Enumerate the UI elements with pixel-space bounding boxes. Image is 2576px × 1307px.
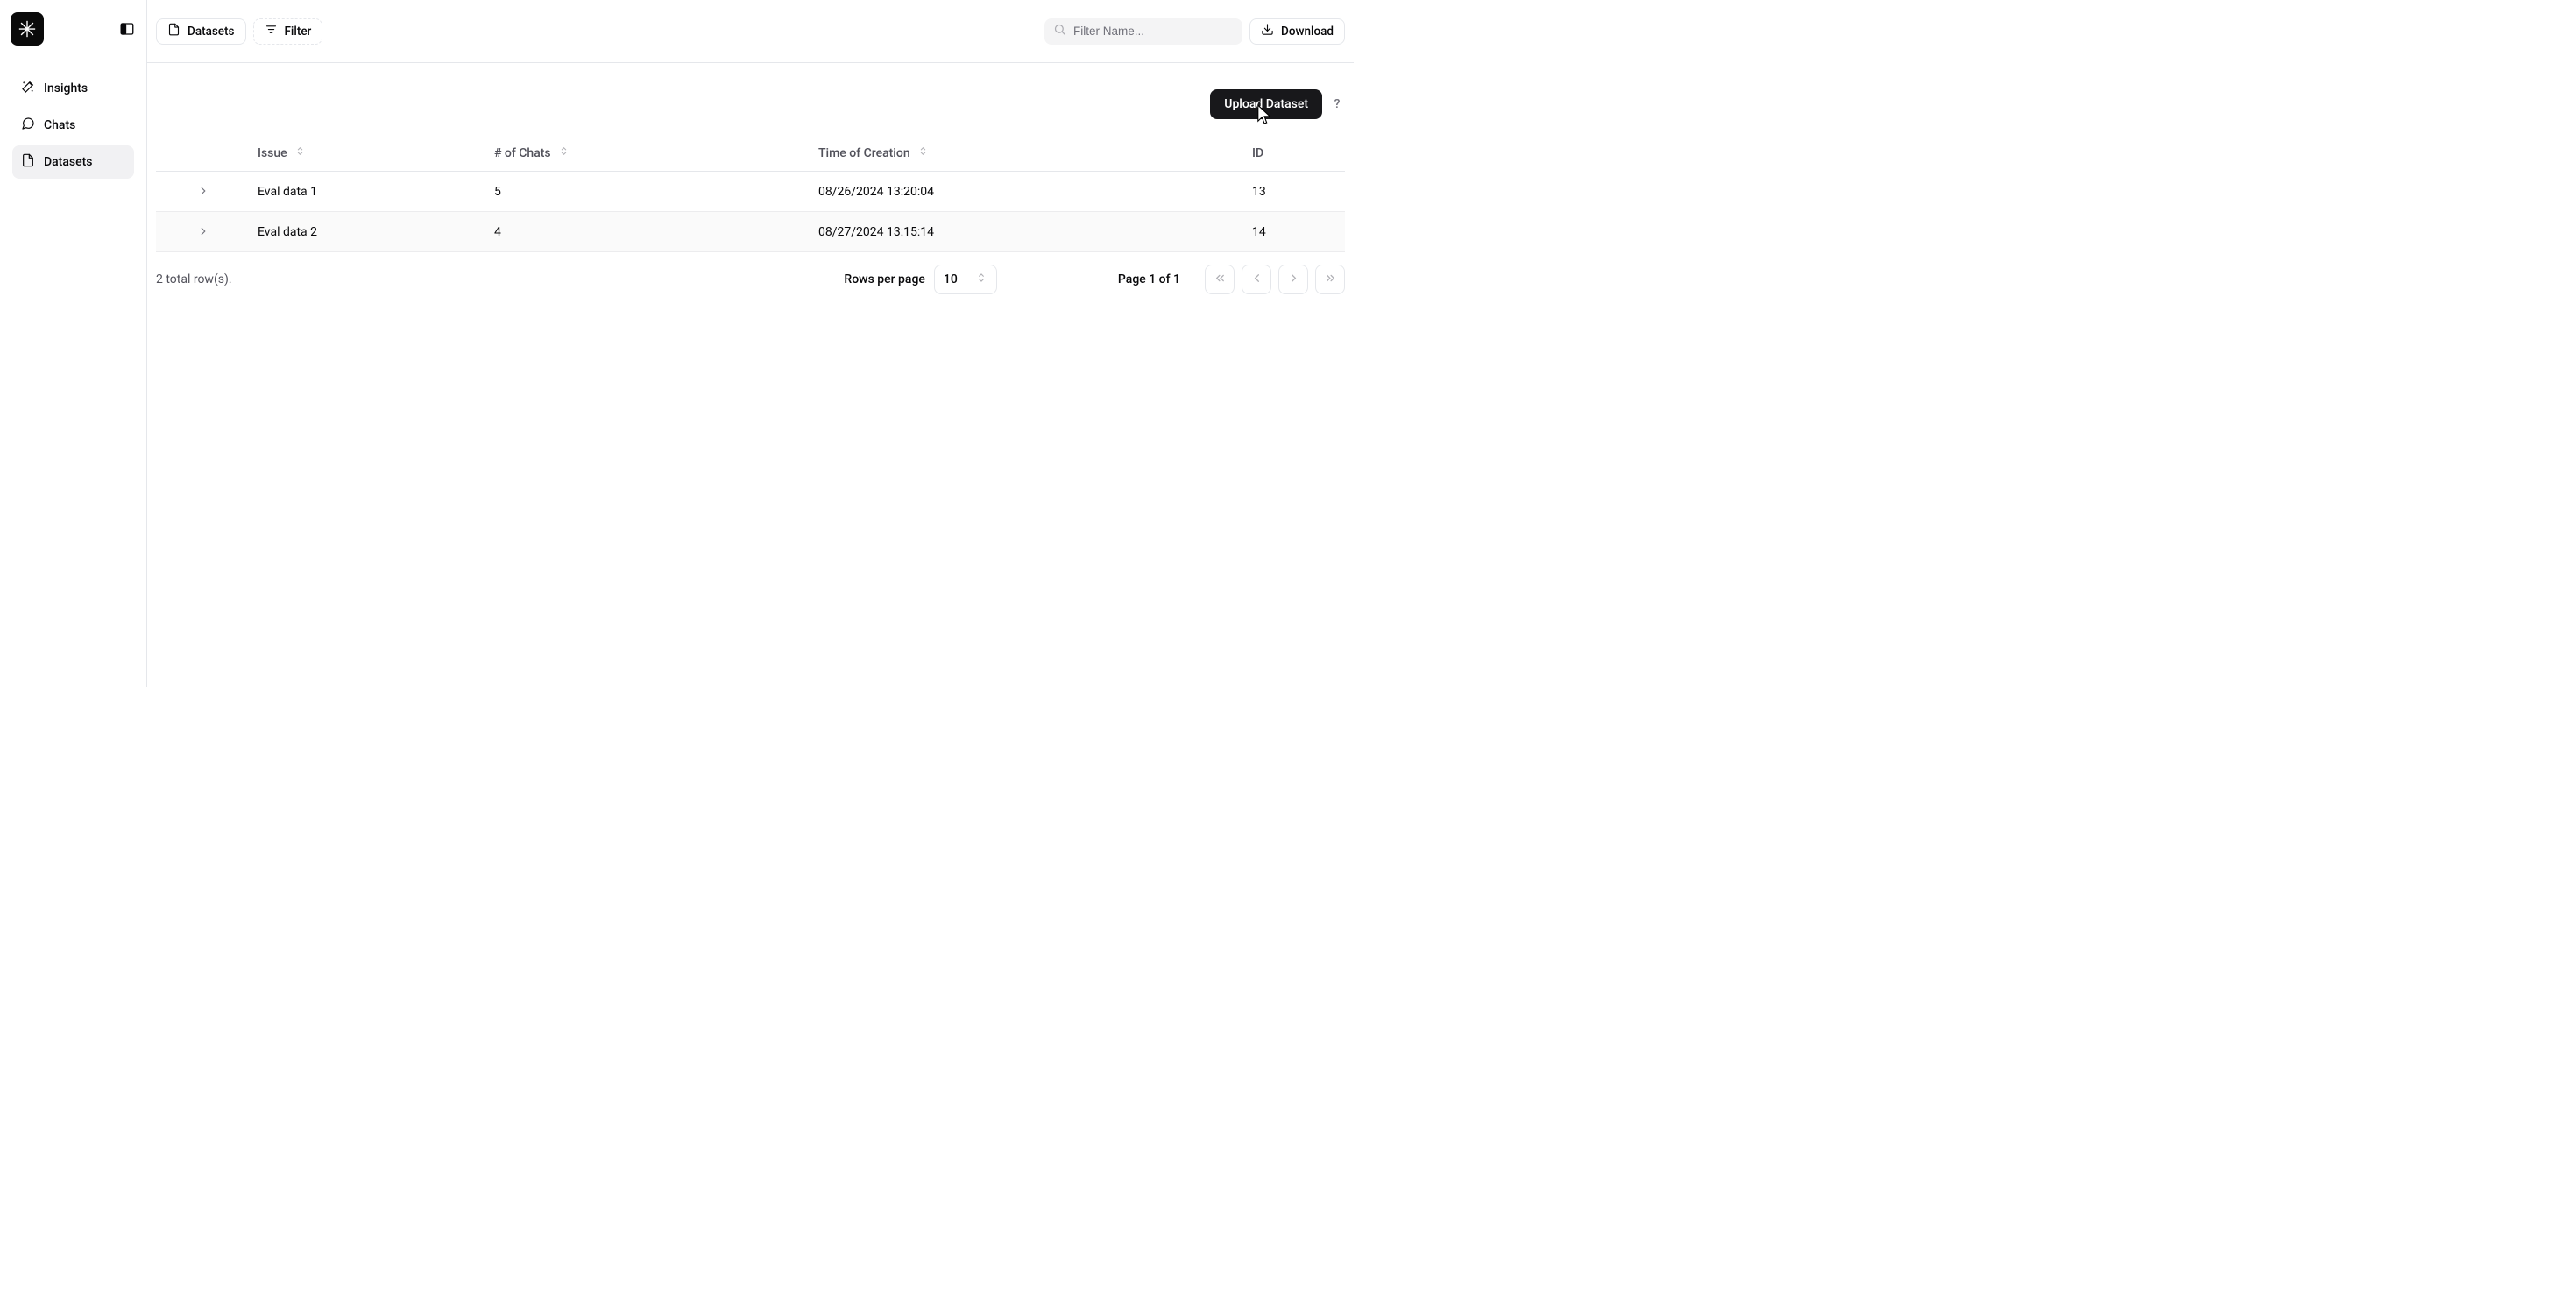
datasets-table: Issue # of Chats [156, 135, 1345, 252]
column-header-chats[interactable]: # of Chats [487, 135, 811, 172]
rows-per-page-value: 10 [944, 272, 958, 286]
column-header-time[interactable]: Time of Creation [811, 135, 1245, 172]
sort-icon [558, 145, 570, 160]
row-summary: 2 total row(s). [156, 272, 232, 286]
page-indicator: Page 1 of 1 [1118, 272, 1180, 286]
page-last-button[interactable] [1315, 265, 1345, 294]
chevron-right-icon [1287, 272, 1300, 288]
toolbar: Datasets Filter [147, 0, 1354, 63]
column-header-id[interactable]: ID [1245, 135, 1345, 172]
chevrons-left-icon [1214, 272, 1227, 288]
sidebar-item-label: Insights [44, 81, 88, 95]
sort-icon [294, 145, 306, 160]
column-label: ID [1252, 146, 1263, 160]
download-icon [1261, 23, 1274, 39]
upload-dataset-label: Upload Dataset [1224, 97, 1308, 111]
cell-id: 13 [1245, 172, 1345, 212]
main-panel: Datasets Filter [147, 0, 1354, 687]
expand-row-button[interactable] [195, 223, 212, 240]
cell-time: 08/27/2024 13:15:14 [811, 212, 1245, 252]
table-row[interactable]: Eval data 1 5 08/26/2024 13:20:04 13 [156, 172, 1345, 212]
download-label: Download [1281, 25, 1334, 39]
upload-dataset-button[interactable]: Upload Dataset [1210, 89, 1322, 119]
sidebar-item-label: Chats [44, 118, 75, 132]
cell-chats: 4 [487, 212, 811, 252]
sidebar-toggle-button[interactable] [118, 20, 136, 38]
pagination: 2 total row(s). Rows per page 10 Page 1 … [147, 252, 1354, 307]
file-icon [167, 23, 180, 39]
download-button[interactable]: Download [1249, 18, 1345, 45]
column-label: Time of Creation [818, 146, 910, 160]
page-next-button[interactable] [1278, 265, 1308, 294]
search-input-wrap[interactable] [1044, 18, 1242, 45]
expand-row-button[interactable] [195, 182, 212, 200]
table-row[interactable]: Eval data 2 4 08/27/2024 13:15:14 14 [156, 212, 1345, 252]
chevron-left-icon [1250, 272, 1263, 288]
breadcrumb-datasets: Datasets [156, 18, 246, 45]
search-icon [1053, 23, 1066, 39]
sidebar-item-datasets[interactable]: Datasets [12, 145, 134, 179]
cell-time: 08/26/2024 13:20:04 [811, 172, 1245, 212]
column-label: # of Chats [494, 146, 551, 160]
help-button[interactable]: ? [1329, 89, 1345, 119]
cell-chats: 5 [487, 172, 811, 212]
sort-icon [917, 145, 929, 160]
page-first-button[interactable] [1205, 265, 1235, 294]
sidebar-item-chats[interactable]: Chats [12, 109, 134, 142]
cell-issue: Eval data 1 [251, 172, 487, 212]
wand-icon [21, 80, 35, 97]
chevron-updown-icon [975, 272, 987, 287]
chat-icon [21, 117, 35, 134]
column-header-issue[interactable]: Issue [251, 135, 487, 172]
filter-icon [265, 23, 278, 39]
search-input[interactable] [1073, 25, 1234, 38]
sidebar: Insights Chats Datasets [0, 0, 147, 687]
filter-label: Filter [285, 25, 312, 39]
rows-per-page-select[interactable]: 10 [934, 265, 997, 294]
cell-id: 14 [1245, 212, 1345, 252]
breadcrumb-label: Datasets [188, 25, 235, 39]
sidebar-item-insights[interactable]: Insights [12, 72, 134, 105]
rows-per-page-label: Rows per page [844, 272, 924, 286]
sidebar-item-label: Datasets [44, 155, 92, 169]
column-label: Issue [258, 146, 287, 160]
page-prev-button[interactable] [1242, 265, 1271, 294]
filter-button[interactable]: Filter [253, 18, 323, 45]
chevrons-right-icon [1324, 272, 1337, 288]
cell-issue: Eval data 2 [251, 212, 487, 252]
file-icon [21, 153, 35, 171]
app-logo[interactable] [11, 12, 44, 46]
